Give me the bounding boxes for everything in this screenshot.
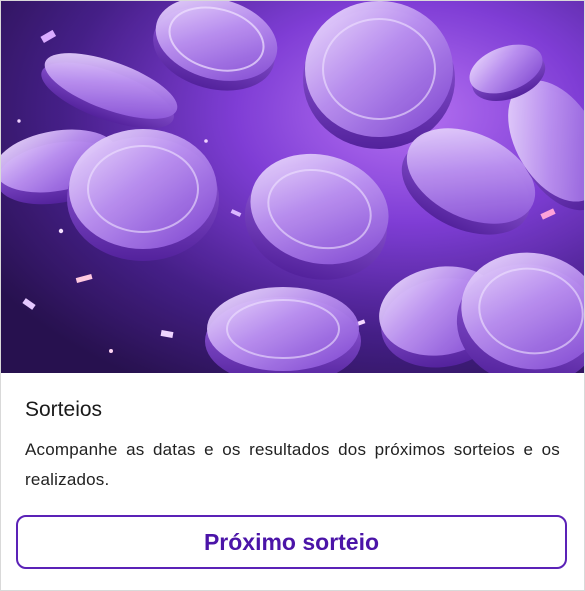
card-title: Sorteios	[25, 398, 103, 421]
card-description: Acompanhe as datas e os resultados dos p…	[25, 440, 560, 489]
card-body: Sorteios Acompanhe as datas e os resulta…	[1, 397, 584, 495]
next-draw-button[interactable]: Próximo sorteio	[16, 515, 567, 569]
hero-image	[1, 1, 584, 373]
coins-illustration	[1, 1, 584, 373]
sorteios-card: Sorteios Acompanhe as datas e os resulta…	[0, 0, 585, 591]
